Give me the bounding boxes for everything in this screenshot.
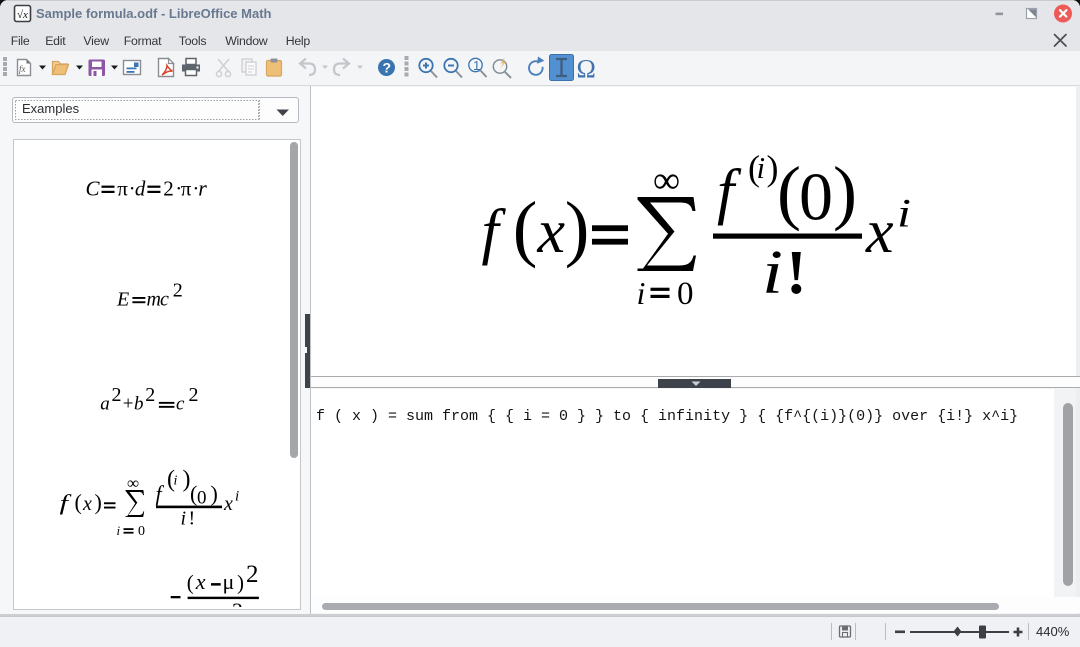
svg-text:m: m xyxy=(147,289,161,311)
svg-text:2: 2 xyxy=(232,598,243,607)
svg-text:f: f xyxy=(482,198,507,266)
svg-text:π: π xyxy=(181,177,192,201)
svg-text:x: x xyxy=(223,493,233,515)
svg-text:c: c xyxy=(176,394,185,415)
svg-text:(: ( xyxy=(777,152,801,232)
svg-text:i: i xyxy=(757,150,766,185)
svg-text:b: b xyxy=(134,394,144,415)
svg-text:i: i xyxy=(117,523,121,538)
svg-text:): ) xyxy=(565,187,590,269)
svg-text:Ω: Ω xyxy=(577,55,596,84)
svg-text:d: d xyxy=(135,177,146,201)
svg-text:E: E xyxy=(116,289,129,311)
svg-text:2: 2 xyxy=(145,384,155,406)
svg-text:0: 0 xyxy=(197,487,207,508)
svg-text:C: C xyxy=(86,177,101,201)
svg-text:(: ( xyxy=(75,490,82,515)
svg-text:a: a xyxy=(100,394,110,415)
svg-text:π: π xyxy=(117,177,128,201)
svg-text:i: i xyxy=(235,489,239,505)
svg-text:0: 0 xyxy=(138,524,145,539)
svg-text:+: + xyxy=(123,394,134,415)
svg-text:0: 0 xyxy=(677,276,694,312)
svg-text:i: i xyxy=(762,239,783,307)
svg-text:x: x xyxy=(195,569,206,594)
svg-text:fx: fx xyxy=(19,64,26,74)
svg-text:1: 1 xyxy=(473,58,480,73)
svg-text:f: f xyxy=(717,158,742,226)
svg-text:x: x xyxy=(537,198,566,266)
svg-text:(: ( xyxy=(513,187,538,269)
svg-text:2: 2 xyxy=(112,384,122,406)
svg-text:x: x xyxy=(82,493,92,515)
svg-text:): ) xyxy=(833,152,857,232)
svg-text:r: r xyxy=(198,176,207,201)
svg-text:∞: ∞ xyxy=(127,474,139,493)
svg-text:2: 2 xyxy=(246,561,259,588)
svg-text:x: x xyxy=(865,198,894,266)
svg-text:i: i xyxy=(637,275,646,311)
svg-text:2: 2 xyxy=(163,177,174,201)
svg-text:): ) xyxy=(211,481,218,506)
svg-text:0: 0 xyxy=(799,159,833,235)
svg-text:!: ! xyxy=(189,508,196,530)
svg-text:!: ! xyxy=(786,239,807,307)
svg-text:√x: √x xyxy=(17,9,28,21)
svg-text:∞: ∞ xyxy=(653,160,680,202)
svg-text:): ) xyxy=(95,490,102,515)
svg-text:i: i xyxy=(181,508,187,530)
svg-text:): ) xyxy=(237,570,244,594)
svg-text:c: c xyxy=(160,289,169,311)
svg-text:i: i xyxy=(174,474,178,489)
svg-text:μ: μ xyxy=(223,569,235,594)
svg-text:?: ? xyxy=(383,60,392,76)
svg-text:(: ( xyxy=(187,570,194,594)
svg-text:2: 2 xyxy=(189,384,199,406)
svg-text:2: 2 xyxy=(173,280,183,302)
svg-text:f: f xyxy=(156,481,165,506)
svg-text:f: f xyxy=(60,490,72,515)
svg-text:i: i xyxy=(897,191,911,236)
